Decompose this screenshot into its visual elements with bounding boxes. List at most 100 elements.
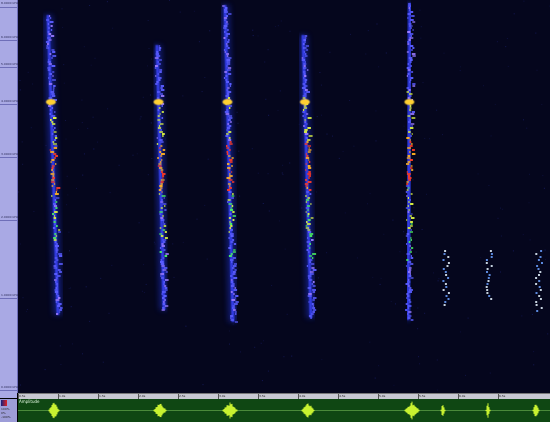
spectrogram-cell bbox=[308, 189, 312, 191]
spectrogram-cell bbox=[408, 89, 411, 91]
spectrogram-cell bbox=[406, 253, 411, 255]
spectrogram-cell bbox=[410, 203, 414, 205]
spectrogram-cell bbox=[304, 35, 308, 37]
spectrogram-cell bbox=[408, 39, 411, 41]
spectrogram-cell bbox=[405, 235, 408, 237]
spectrogram-cell bbox=[229, 175, 233, 177]
spectrogram-cell bbox=[56, 187, 61, 189]
spectrogram-cell bbox=[307, 167, 312, 169]
spectrogram-view[interactable] bbox=[18, 0, 550, 393]
faint-call-cell bbox=[485, 262, 488, 264]
spectrogram-cell bbox=[51, 165, 55, 167]
spectrogram-cell bbox=[161, 191, 163, 193]
faint-call-cell bbox=[442, 289, 445, 291]
spectrogram-cell bbox=[229, 143, 233, 145]
spectrogram-cell bbox=[226, 89, 228, 91]
spectrogram-cell bbox=[406, 67, 410, 69]
spectrogram-cell bbox=[224, 111, 229, 113]
harmonic-blob bbox=[404, 99, 415, 105]
spectrogram-cell bbox=[60, 307, 63, 309]
noise-speck bbox=[424, 137, 426, 139]
spectrogram-cell bbox=[232, 257, 236, 259]
spectrogram-cell bbox=[410, 223, 413, 225]
spectrogram-cell bbox=[52, 175, 55, 177]
spectrogram-cell bbox=[159, 161, 162, 163]
spectrogram-cell bbox=[228, 191, 232, 193]
spectrogram-cell bbox=[409, 81, 411, 83]
spectrogram-cell bbox=[155, 65, 158, 67]
spectrogram-cell bbox=[303, 125, 305, 127]
spectrogram-cell bbox=[406, 75, 408, 77]
spectrogram-cell bbox=[410, 257, 414, 259]
spectrogram-cell bbox=[54, 145, 58, 147]
spectrogram-cell bbox=[306, 69, 309, 71]
waveform-view[interactable]: Amplitude bbox=[18, 399, 550, 422]
color-swatch[interactable] bbox=[1, 400, 7, 406]
spectrogram-cell bbox=[309, 261, 312, 263]
noise-speck bbox=[21, 141, 23, 143]
noise-speck bbox=[153, 241, 155, 243]
spectrogram-cell bbox=[409, 251, 412, 253]
spectrogram-cell bbox=[160, 181, 164, 183]
spectrogram-cell bbox=[224, 31, 226, 33]
spectrogram-cell bbox=[301, 59, 306, 61]
spectrogram-cell bbox=[48, 97, 52, 99]
spectrogram-cell bbox=[233, 309, 236, 311]
spectrogram-cell bbox=[228, 139, 232, 141]
spectrogram-cell bbox=[311, 257, 314, 259]
noise-speck bbox=[78, 129, 79, 130]
spectrogram-cell bbox=[408, 315, 412, 317]
noise-speck bbox=[83, 46, 85, 48]
spectrogram-cell bbox=[154, 67, 157, 69]
spectrogram-cell bbox=[160, 235, 164, 237]
spectrogram-cell bbox=[407, 43, 410, 45]
spectrogram-cell bbox=[53, 117, 57, 119]
noise-speck bbox=[544, 258, 546, 260]
spectrogram-cell bbox=[159, 251, 162, 253]
spectrogram-cell bbox=[308, 301, 310, 303]
spectrogram-cell bbox=[306, 241, 311, 243]
noise-speck bbox=[541, 104, 543, 105]
spectrogram-cell bbox=[229, 229, 233, 231]
noise-speck bbox=[150, 94, 151, 96]
noise-speck bbox=[277, 109, 279, 111]
noise-speck bbox=[367, 203, 368, 205]
spectrogram-cell bbox=[55, 155, 58, 157]
spectrogram-cell bbox=[48, 83, 53, 85]
spectrogram-cell bbox=[50, 173, 55, 175]
spectrogram-cell bbox=[53, 85, 56, 87]
spectrogram-cell bbox=[232, 271, 236, 273]
spectrogram-cell bbox=[51, 65, 56, 67]
waveform-scale-panel: 100% 0% -100% bbox=[0, 399, 17, 422]
noise-speck bbox=[483, 85, 484, 87]
noise-speck bbox=[443, 52, 445, 54]
spectrogram-cell bbox=[51, 121, 54, 123]
noise-speck bbox=[417, 328, 419, 330]
spectrogram-cell bbox=[230, 235, 234, 237]
faint-call-cell bbox=[536, 310, 539, 312]
faint-call-cell bbox=[535, 304, 538, 306]
spectrogram-cell bbox=[410, 135, 412, 137]
noise-speck bbox=[44, 369, 46, 371]
spectrogram-cell bbox=[56, 285, 58, 287]
spectrogram-cell bbox=[52, 171, 54, 173]
spectrogram-cell bbox=[159, 167, 163, 169]
spectrogram-cell bbox=[229, 221, 231, 223]
noise-speck bbox=[87, 127, 89, 129]
noise-speck bbox=[264, 61, 266, 63]
spectrogram-cell bbox=[410, 11, 414, 13]
spectrogram-cell bbox=[223, 17, 228, 19]
spectrogram-cell bbox=[159, 151, 162, 153]
noise-speck bbox=[207, 158, 209, 160]
noise-speck bbox=[136, 153, 138, 155]
spectrogram-cell bbox=[230, 319, 234, 321]
spectrogram-cell bbox=[407, 73, 410, 75]
spectrogram-cell bbox=[227, 93, 230, 95]
spectrogram-cell bbox=[307, 151, 311, 153]
spectrogram-cell bbox=[304, 37, 307, 39]
spectrogram-cell bbox=[48, 15, 51, 17]
faint-call-cell bbox=[538, 295, 541, 297]
spectrogram-cell bbox=[52, 79, 56, 81]
spectrogram-cell bbox=[228, 137, 231, 139]
spectrogram-cell bbox=[58, 303, 62, 305]
